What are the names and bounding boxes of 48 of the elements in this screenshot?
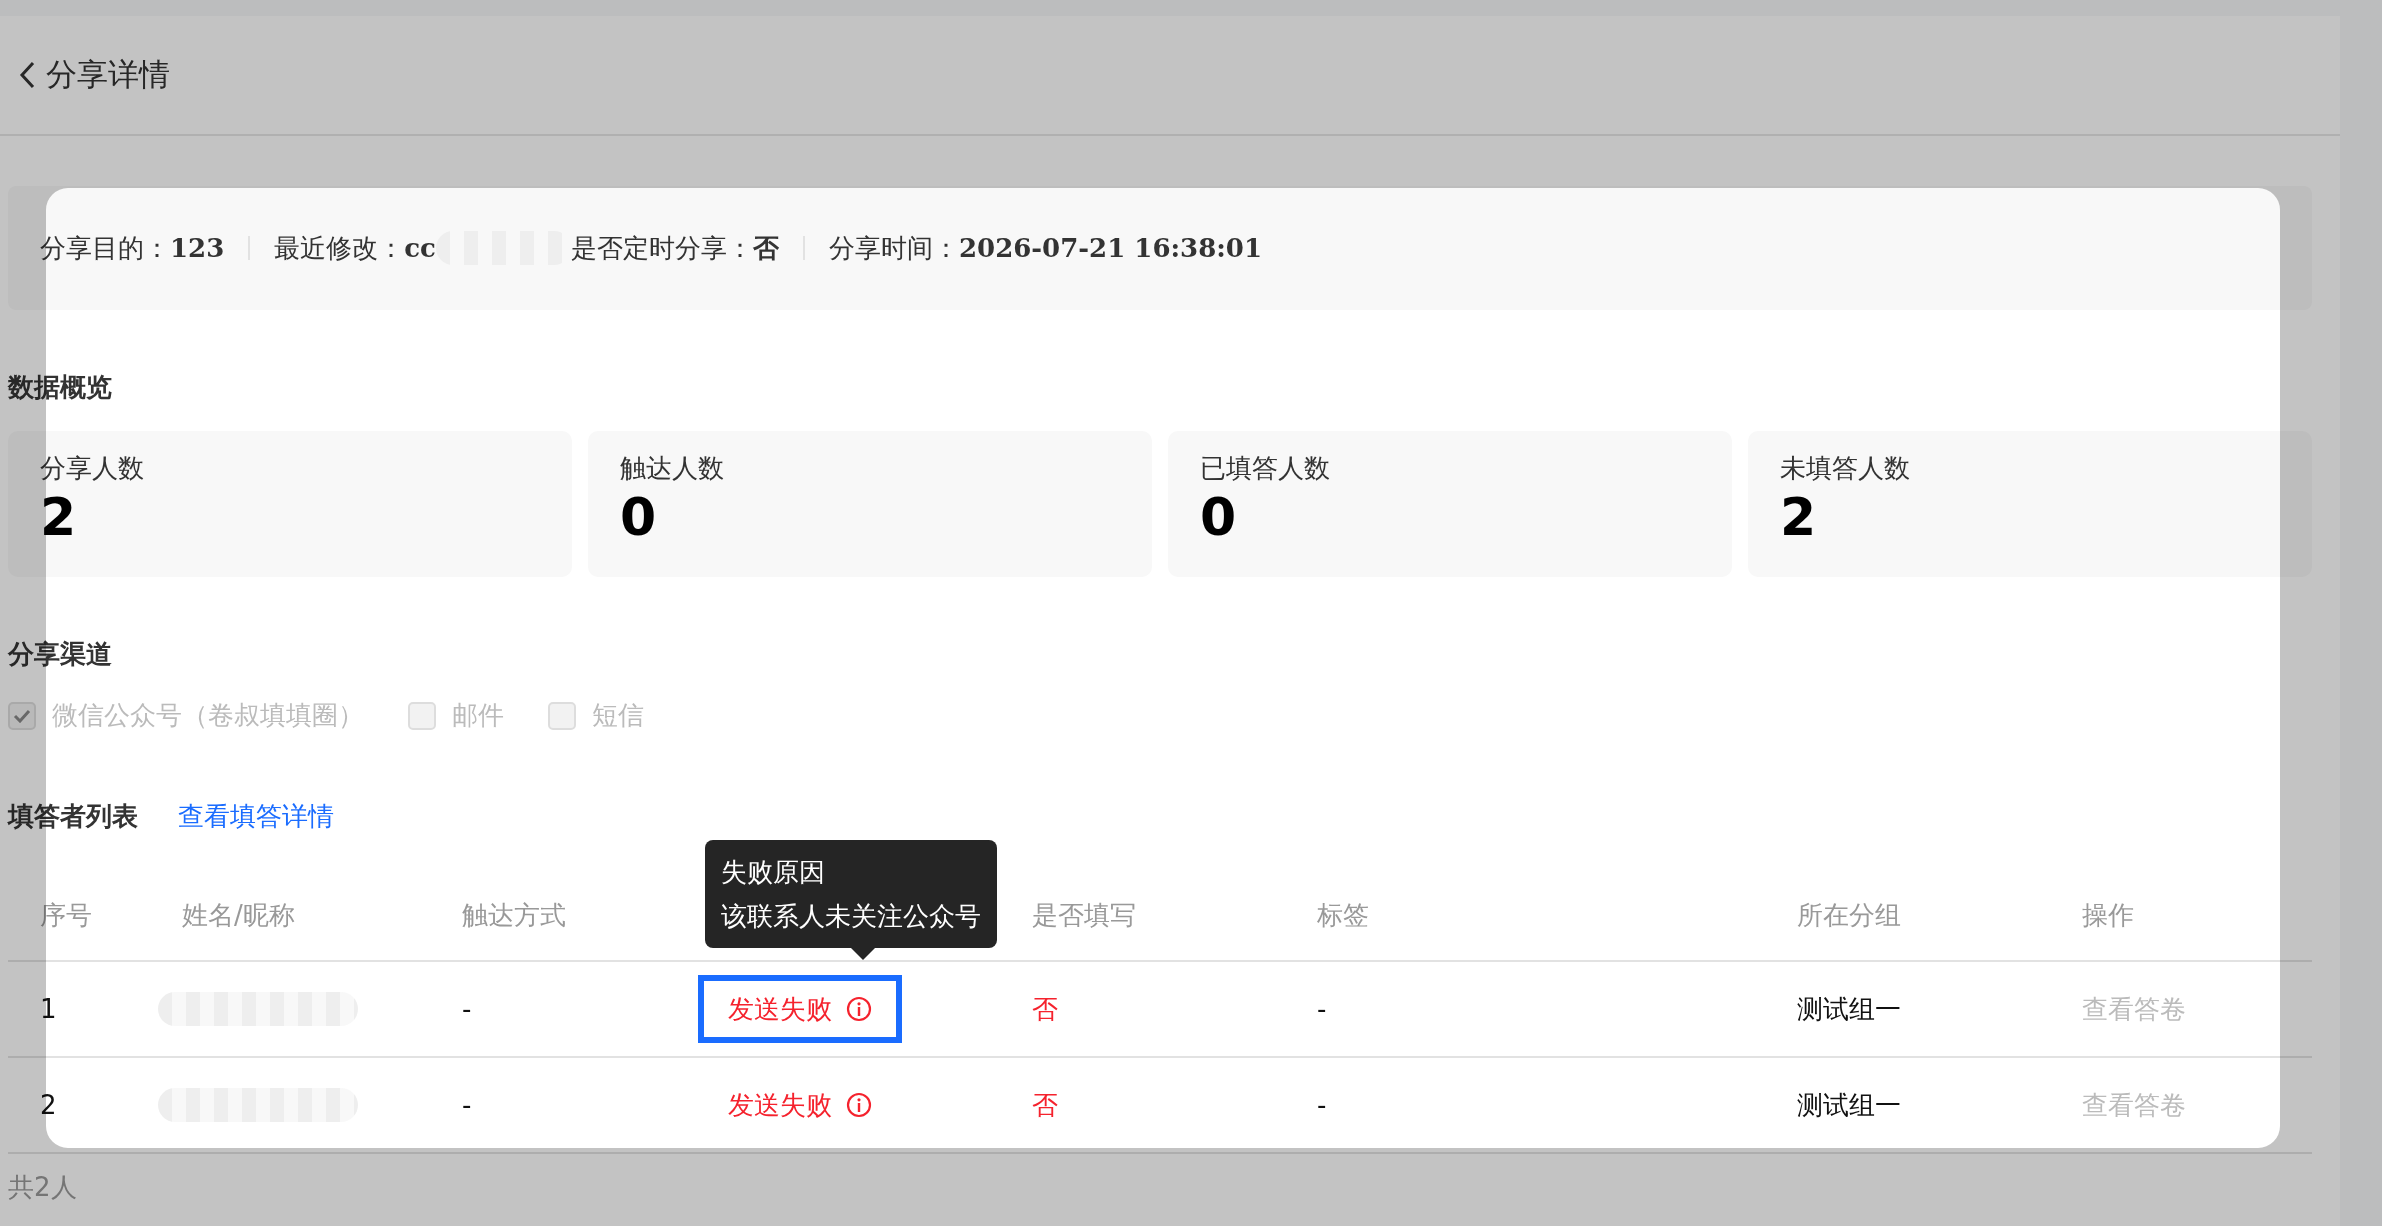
info-icon[interactable] (846, 1092, 872, 1118)
stat-value: 2 (1780, 486, 1818, 549)
stat-value: 2 (40, 486, 78, 549)
table-cell-text: 否 (1032, 1088, 1058, 1122)
summary-label: 是否定时分享： (570, 231, 753, 265)
column-header: 所在分组 (1797, 898, 1901, 932)
status-text: 发送失败 (728, 1088, 832, 1122)
stat-label: 分享人数 (40, 453, 144, 483)
stat-value: 0 (1200, 486, 1238, 549)
summary-value: 否 (752, 231, 779, 265)
section-title: 填答者列表 (8, 800, 138, 833)
row-number: 2 (40, 1090, 57, 1120)
summary-label: 最近修改： (274, 231, 405, 265)
info-icon[interactable] (846, 996, 872, 1022)
column-header: 标签 (1317, 898, 1369, 932)
column-header: 是否填写 (1032, 898, 1136, 932)
table-cell-text: 测试组一 (1797, 1088, 1901, 1122)
summary-value: 123 (170, 233, 225, 263)
total-count: 共2人 (8, 1171, 77, 1204)
column-header: 姓名/昵称 (182, 898, 295, 932)
summary-value: 2026-07-21 16:38:01 (958, 233, 1263, 263)
table-cell: - (462, 1090, 472, 1120)
page-title: 分享详情 (46, 55, 170, 94)
checkbox-label: 微信公众号（卷叔填填圈） (52, 699, 364, 732)
column-header: 操作 (2082, 898, 2134, 932)
tooltip-title: 失败原因 (721, 856, 826, 889)
summary-value: cc (404, 233, 436, 263)
table-cell-text: 否 (1032, 992, 1058, 1026)
stat-label: 触达人数 (620, 453, 724, 483)
checkbox-label: 邮件 (452, 699, 504, 732)
row-number: 1 (40, 994, 57, 1024)
summary-label: 分享目的： (40, 231, 170, 265)
checkbox-label: 短信 (592, 699, 644, 732)
checkmark-icon (13, 708, 31, 723)
stat-label: 未填答人数 (1780, 453, 1910, 483)
view-details-link[interactable]: 查看填答详情 (178, 799, 334, 834)
column-header: 触达方式 (462, 898, 566, 932)
table-cell: - (462, 994, 472, 1024)
table-cell-text: 测试组一 (1797, 992, 1901, 1026)
status-text: 发送失败 (728, 992, 832, 1026)
section-title: 分享渠道 (8, 638, 113, 671)
table-cell: - (1317, 994, 1327, 1024)
stat-label: 已填答人数 (1200, 453, 1330, 483)
section-title: 数据概览 (8, 371, 113, 404)
tooltip-message: 该联系人未关注公众号 (721, 900, 981, 933)
stat-value: 0 (620, 486, 658, 549)
summary-label: 分享时间： (828, 231, 959, 265)
table-cell: - (1317, 1090, 1327, 1120)
